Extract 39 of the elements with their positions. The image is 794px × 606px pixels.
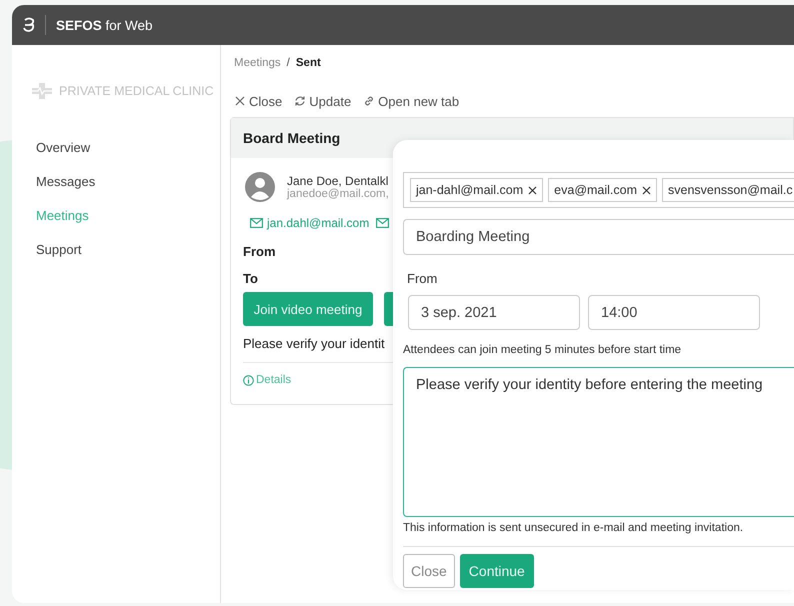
to-label: To	[243, 271, 258, 286]
nav-item[interactable]: Support	[12, 233, 220, 267]
note-text: This information is sent unsecured in e-mail and meeting invitation.	[403, 522, 794, 547]
envelope-icon	[250, 218, 263, 228]
envelope-icon	[376, 218, 390, 228]
message-field[interactable]: Please verify your identity before entering the meeting	[403, 367, 794, 517]
sender-name: Jane Doe, Dentalkl	[287, 174, 389, 188]
breadcrumb-current: Sent	[296, 57, 321, 71]
action-button[interactable]	[384, 292, 394, 326]
close-icon	[234, 95, 246, 107]
logo-icon	[22, 17, 36, 33]
hint-text: Attendees can join meeting 5 minutes before start time	[403, 344, 682, 356]
update-button[interactable]: Update	[294, 92, 352, 110]
recipient-tag: eva@mail.com	[548, 178, 658, 202]
time-field[interactable]: 14:00	[588, 295, 760, 330]
close-button[interactable]: Close	[234, 92, 282, 110]
breadcrumb-separator: /	[286, 57, 290, 71]
close-button[interactable]: Close	[403, 554, 455, 588]
info-icon	[243, 374, 254, 386]
nav-item[interactable]: Messages	[12, 165, 220, 199]
nav-item[interactable]: Overview	[12, 131, 220, 165]
open-tab-button[interactable]: Open new tab	[363, 92, 460, 110]
from-label: From	[407, 271, 438, 286]
recipient-tag: svensvensson@mail.c	[662, 178, 794, 202]
recipient-tag: jan-dahl@mail.com	[410, 178, 544, 202]
sender-email: janedoe@mail.com,	[287, 188, 389, 200]
remove-icon[interactable]	[642, 186, 652, 194]
remove-icon[interactable]	[528, 186, 538, 194]
window-title: SEFOS for Web	[56, 18, 153, 32]
cross-icon	[31, 82, 53, 100]
recipients-field[interactable]: jan-dahl@mail.com eva@mail.com svensvensson@mail.c	[403, 172, 794, 208]
refresh-icon	[294, 95, 306, 107]
link-icon	[363, 95, 376, 107]
avatar-icon	[245, 172, 275, 202]
date-field[interactable]: 3 sep. 2021	[408, 295, 580, 330]
breadcrumb-link[interactable]: Meetings	[234, 57, 281, 73]
from-label: From	[243, 244, 276, 259]
clinic-name: PRIVATE MEDICAL CLINIC	[59, 84, 214, 98]
subject-field[interactable]: Boarding Meeting	[403, 219, 794, 255]
